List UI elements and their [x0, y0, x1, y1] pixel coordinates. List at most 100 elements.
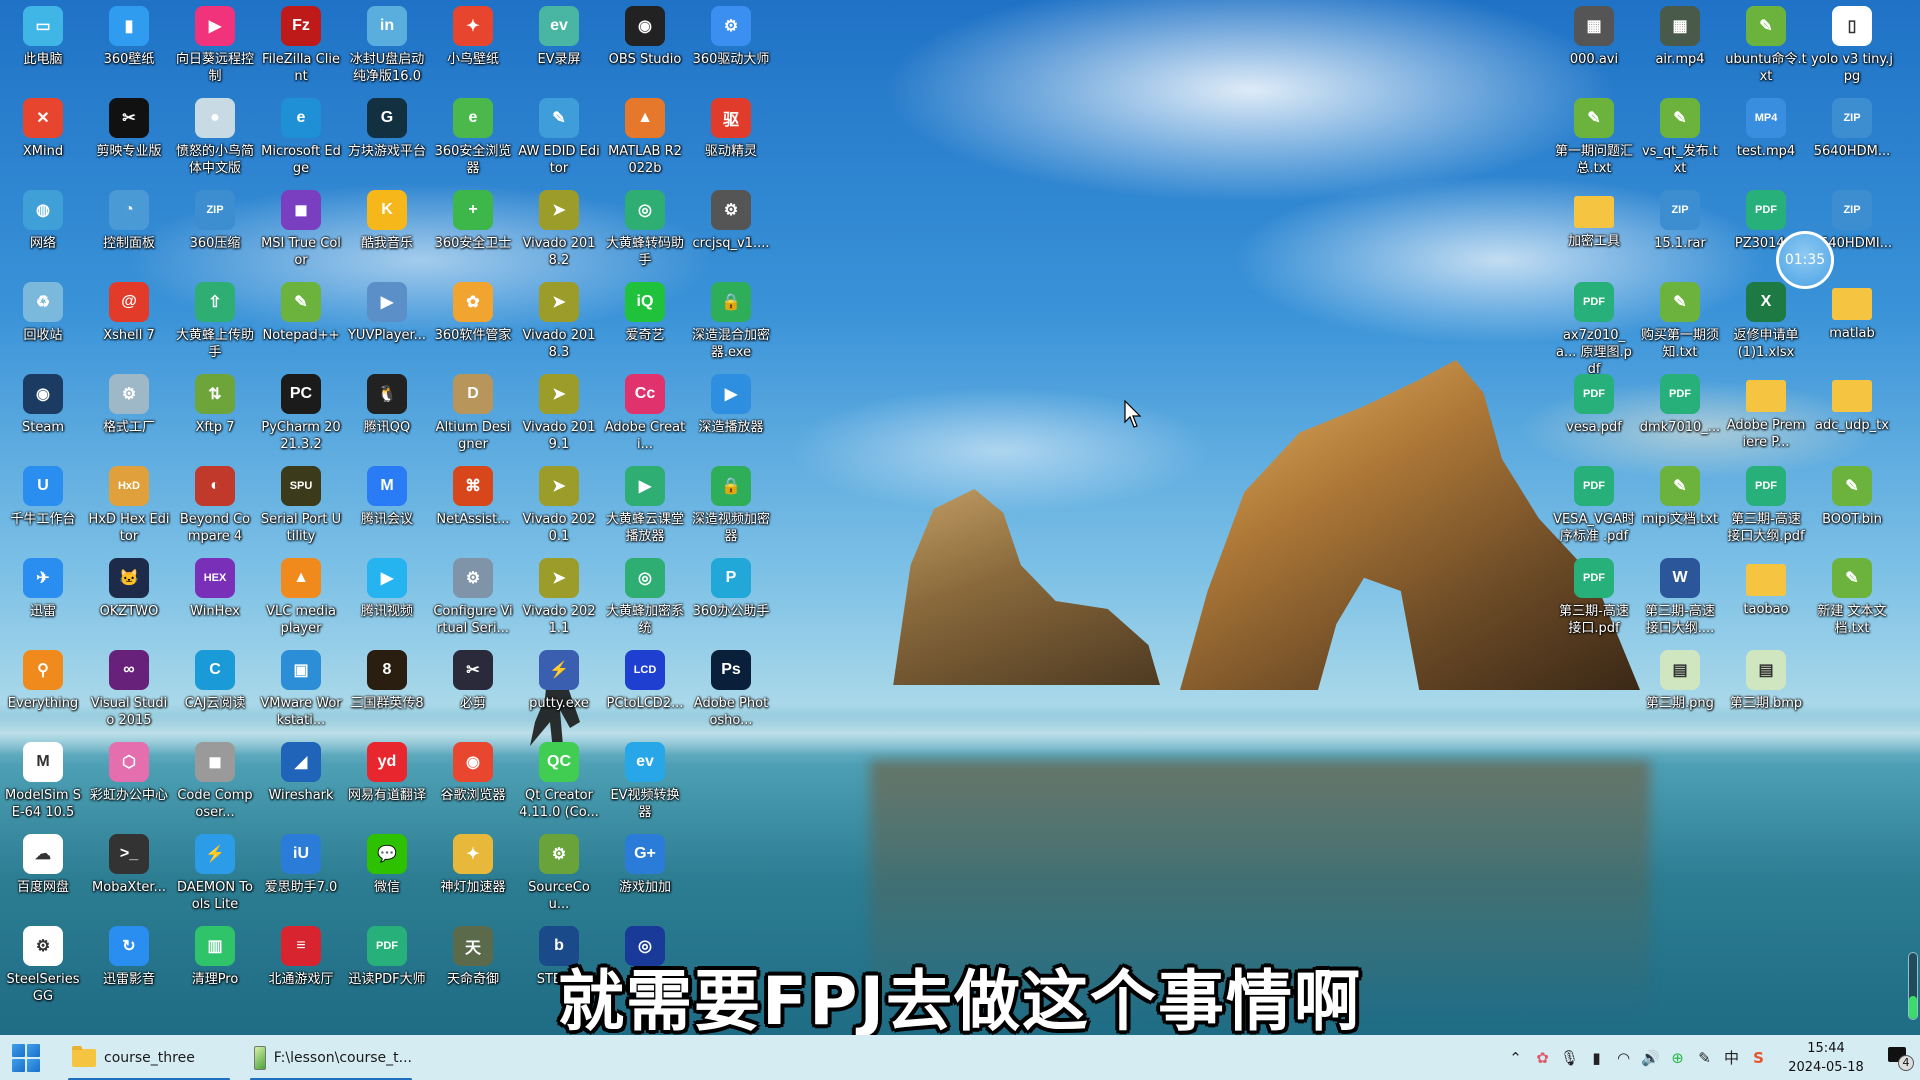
desktop-icon[interactable]: ▲ VLC media player	[258, 558, 344, 637]
desktop-icon[interactable]: ✎ 第一期问题汇总.txt	[1551, 98, 1637, 177]
desktop-icon[interactable]: ⚡ putty.exe	[516, 650, 602, 712]
desktop-icon[interactable]: ▭ 此电脑	[0, 6, 86, 68]
pinwheel-icon[interactable]: ✿	[1529, 1049, 1556, 1067]
battery-icon[interactable]: ▮	[1583, 1049, 1610, 1067]
desktop-icon[interactable]: ◼ Code Composer...	[172, 742, 258, 821]
desktop-icon[interactable]: iU 爱思助手7.0	[258, 834, 344, 896]
desktop-icon[interactable]: ✎ Notepad++	[258, 282, 344, 344]
desktop-icon[interactable]: ▶ YUVPlayer...	[344, 282, 430, 344]
desktop-icon[interactable]: 驱驱动精灵	[688, 98, 774, 160]
desktop-icon[interactable]: ✎ vs_qt_发布.txt	[1637, 98, 1723, 177]
desktop-icon[interactable]: e 360安全浏览器	[430, 98, 516, 177]
microphone-icon[interactable]: 🎙	[1556, 1049, 1583, 1067]
taskbar-item-file-explorer[interactable]: course_three	[68, 1039, 230, 1080]
desktop-icon[interactable]: 8 三国群英传8	[344, 650, 430, 712]
desktop-icon[interactable]: ▶ 大黄蜂云课堂播放器	[602, 466, 688, 545]
desktop-icon[interactable]: MP4 test.mp4	[1723, 98, 1809, 160]
desktop-icon[interactable]: PDF dmk7010_...	[1637, 374, 1723, 436]
desktop-icon[interactable]: ev EV录屏	[516, 6, 602, 68]
desktop-icon[interactable]: ➤ Vivado 2019.1	[516, 374, 602, 453]
desktop-icon[interactable]: ✎ mipi文档.txt	[1637, 466, 1723, 528]
pen-icon[interactable]: ✎	[1691, 1049, 1718, 1067]
desktop-icon[interactable]: ⇧ 大黄蜂上传助手	[172, 282, 258, 361]
sogou-icon[interactable]: S	[1745, 1049, 1772, 1067]
desktop-icon[interactable]: ▶ 向日葵远程控制	[172, 6, 258, 85]
desktop-icon[interactable]: ∞ Visual Studio 2015	[86, 650, 172, 729]
desktop-icon[interactable]: ▶ 深造播放器	[688, 374, 774, 436]
desktop-icon[interactable]: ZIP 5640HDM...	[1809, 98, 1895, 160]
desktop-icon[interactable]: ⚙ 格式工厂	[86, 374, 172, 436]
desktop-icon[interactable]: ◢ Wireshark	[258, 742, 344, 804]
desktop-icon[interactable]: ▦ air.mp4	[1637, 6, 1723, 68]
volume-icon[interactable]: 🔊	[1637, 1049, 1664, 1067]
desktop-icon[interactable]: ⚡ DAEMON Tools Lite	[172, 834, 258, 913]
desktop-icon[interactable]: ☁ 百度网盘	[0, 834, 86, 896]
desktop-icon[interactable]: HxD HxD Hex Editor	[86, 466, 172, 545]
desktop-icon[interactable]: W 第三期-高速接口大纲....	[1637, 558, 1723, 637]
desktop-icon[interactable]: ✎ ubuntu命令.txt	[1723, 6, 1809, 85]
desktop-icon[interactable]: ▲ MATLAB R2022b	[602, 98, 688, 177]
desktop-icon[interactable]: e Microsoft Edge	[258, 98, 344, 177]
ime-icon[interactable]: 中	[1718, 1047, 1745, 1068]
desktop-icon[interactable]: ◉ 谷歌浏览器	[430, 742, 516, 804]
desktop-icon[interactable]: matlab	[1809, 282, 1895, 342]
desktop-icon[interactable]: PDF 第三期-高速接口大纲.pdf	[1723, 466, 1809, 545]
start-button[interactable]	[12, 1044, 40, 1072]
desktop-icon[interactable]: LCD PCtoLCD2...	[602, 650, 688, 712]
desktop-icon[interactable]: ♻ 回收站	[0, 282, 86, 344]
desktop-icon[interactable]: ⚙ Configure Virtual Seri...	[430, 558, 516, 637]
desktop-icon[interactable]: taobao	[1723, 558, 1809, 618]
desktop-icon[interactable]: ⇅ Xftp 7	[172, 374, 258, 436]
desktop-icon[interactable]: in 冰封U盘启动纯净版16.0	[344, 6, 430, 85]
desktop-icon[interactable]: ▶ 腾讯视频	[344, 558, 430, 620]
desktop-icon[interactable]: 🔒 深造混合加密器.exe	[688, 282, 774, 361]
desktop-icon[interactable]: M ModelSim SE-64 10.5	[0, 742, 86, 821]
desktop-icon[interactable]: ➤ Vivado 2020.1	[516, 466, 602, 545]
desktop-icon[interactable]: ◐ Beyond Compare 4	[172, 466, 258, 545]
desktop-icon[interactable]: ⚙ crcjsq_v1....	[688, 190, 774, 252]
desktop-icon[interactable]: ✦ 小鸟壁纸	[430, 6, 516, 68]
desktop-icon[interactable]: ▦ 000.avi	[1551, 6, 1637, 68]
clock[interactable]: 15:44 2024-05-18	[1772, 1039, 1880, 1077]
desktop-icon[interactable]: Cc Adobe Creati...	[602, 374, 688, 453]
desktop-icon[interactable]: C CAJ云阅读	[172, 650, 258, 712]
notification-center-button[interactable]: 4	[1880, 1043, 1920, 1073]
desktop-icon[interactable]: @ Xshell 7	[86, 282, 172, 344]
desktop-icon[interactable]: ◉ OBS Studio	[602, 6, 688, 68]
desktop-icon[interactable]: ◎ 大黄蜂转码助手	[602, 190, 688, 269]
desktop-icon[interactable]: ◎ 大黄蜂加密系统	[602, 558, 688, 637]
desktop-icon[interactable]: ◍ 网络	[0, 190, 86, 252]
desktop-icon[interactable]: ZIP 360压缩	[172, 190, 258, 252]
desktop-icon[interactable]: D Altium Designer	[430, 374, 516, 453]
desktop-icon[interactable]: 🐧 腾讯QQ	[344, 374, 430, 436]
desktop-icon[interactable]: HEX WinHex	[172, 558, 258, 620]
desktop-icon[interactable]: ✎ AW EDID Editor	[516, 98, 602, 177]
desktop-icon[interactable]: ▣ VMware Workstati...	[258, 650, 344, 729]
desktop-icon[interactable]: ⚲ Everything	[0, 650, 86, 712]
desktop-icon[interactable]: QC Qt Creator 4.11.0 (Co...	[516, 742, 602, 821]
desktop-icon[interactable]: ✎ BOOT.bin	[1809, 466, 1895, 528]
desktop-icon[interactable]: ▮ 360壁纸	[86, 6, 172, 68]
desktop-icon[interactable]: ◔ 控制面板	[86, 190, 172, 252]
desktop-icon[interactable]: ⌘ NetAssist...	[430, 466, 516, 528]
recording-timer[interactable]: 01:35	[1776, 231, 1834, 289]
desktop-icon[interactable]: ✎ 购买第一期须知.txt	[1637, 282, 1723, 361]
taskbar-item-notepadpp[interactable]: F:\lesson\course_t...	[250, 1039, 412, 1080]
desktop-icon[interactable]: iQ 爱奇艺	[602, 282, 688, 344]
desktop-icon[interactable]: 🐱 OKZTWO	[86, 558, 172, 620]
desktop-icon[interactable]: ⬡ 彩虹办公中心	[86, 742, 172, 804]
desktop-icon[interactable]: ◼ MSI True Color	[258, 190, 344, 269]
desktop-icon[interactable]: Ps Adobe Photosho...	[688, 650, 774, 729]
desktop-icon[interactable]: adc_udp_tx	[1809, 374, 1895, 434]
chevron-up-icon[interactable]: ⌃	[1502, 1049, 1529, 1067]
desktop-icon[interactable]: U 千牛工作台	[0, 466, 86, 528]
desktop-icon[interactable]: ZIP 15.1.rar	[1637, 190, 1723, 252]
desktop-icon[interactable]: ✕ XMind	[0, 98, 86, 160]
desktop-icon[interactable]: PDF ax7z010_a... 原理图.pdf	[1551, 282, 1637, 378]
desktop-icon[interactable]: G 方块游戏平台	[344, 98, 430, 160]
desktop-icon[interactable]: PDF VESA_VGA时序标准 .pdf	[1551, 466, 1637, 545]
desktop-icon[interactable]: Fz FileZilla Client	[258, 6, 344, 85]
desktop-icon[interactable]: ⚙ SourceCou...	[516, 834, 602, 913]
desktop-icon[interactable]: ▤ 第三期.png	[1637, 650, 1723, 712]
desktop-icon[interactable]: ➤ Vivado 2021.1	[516, 558, 602, 637]
